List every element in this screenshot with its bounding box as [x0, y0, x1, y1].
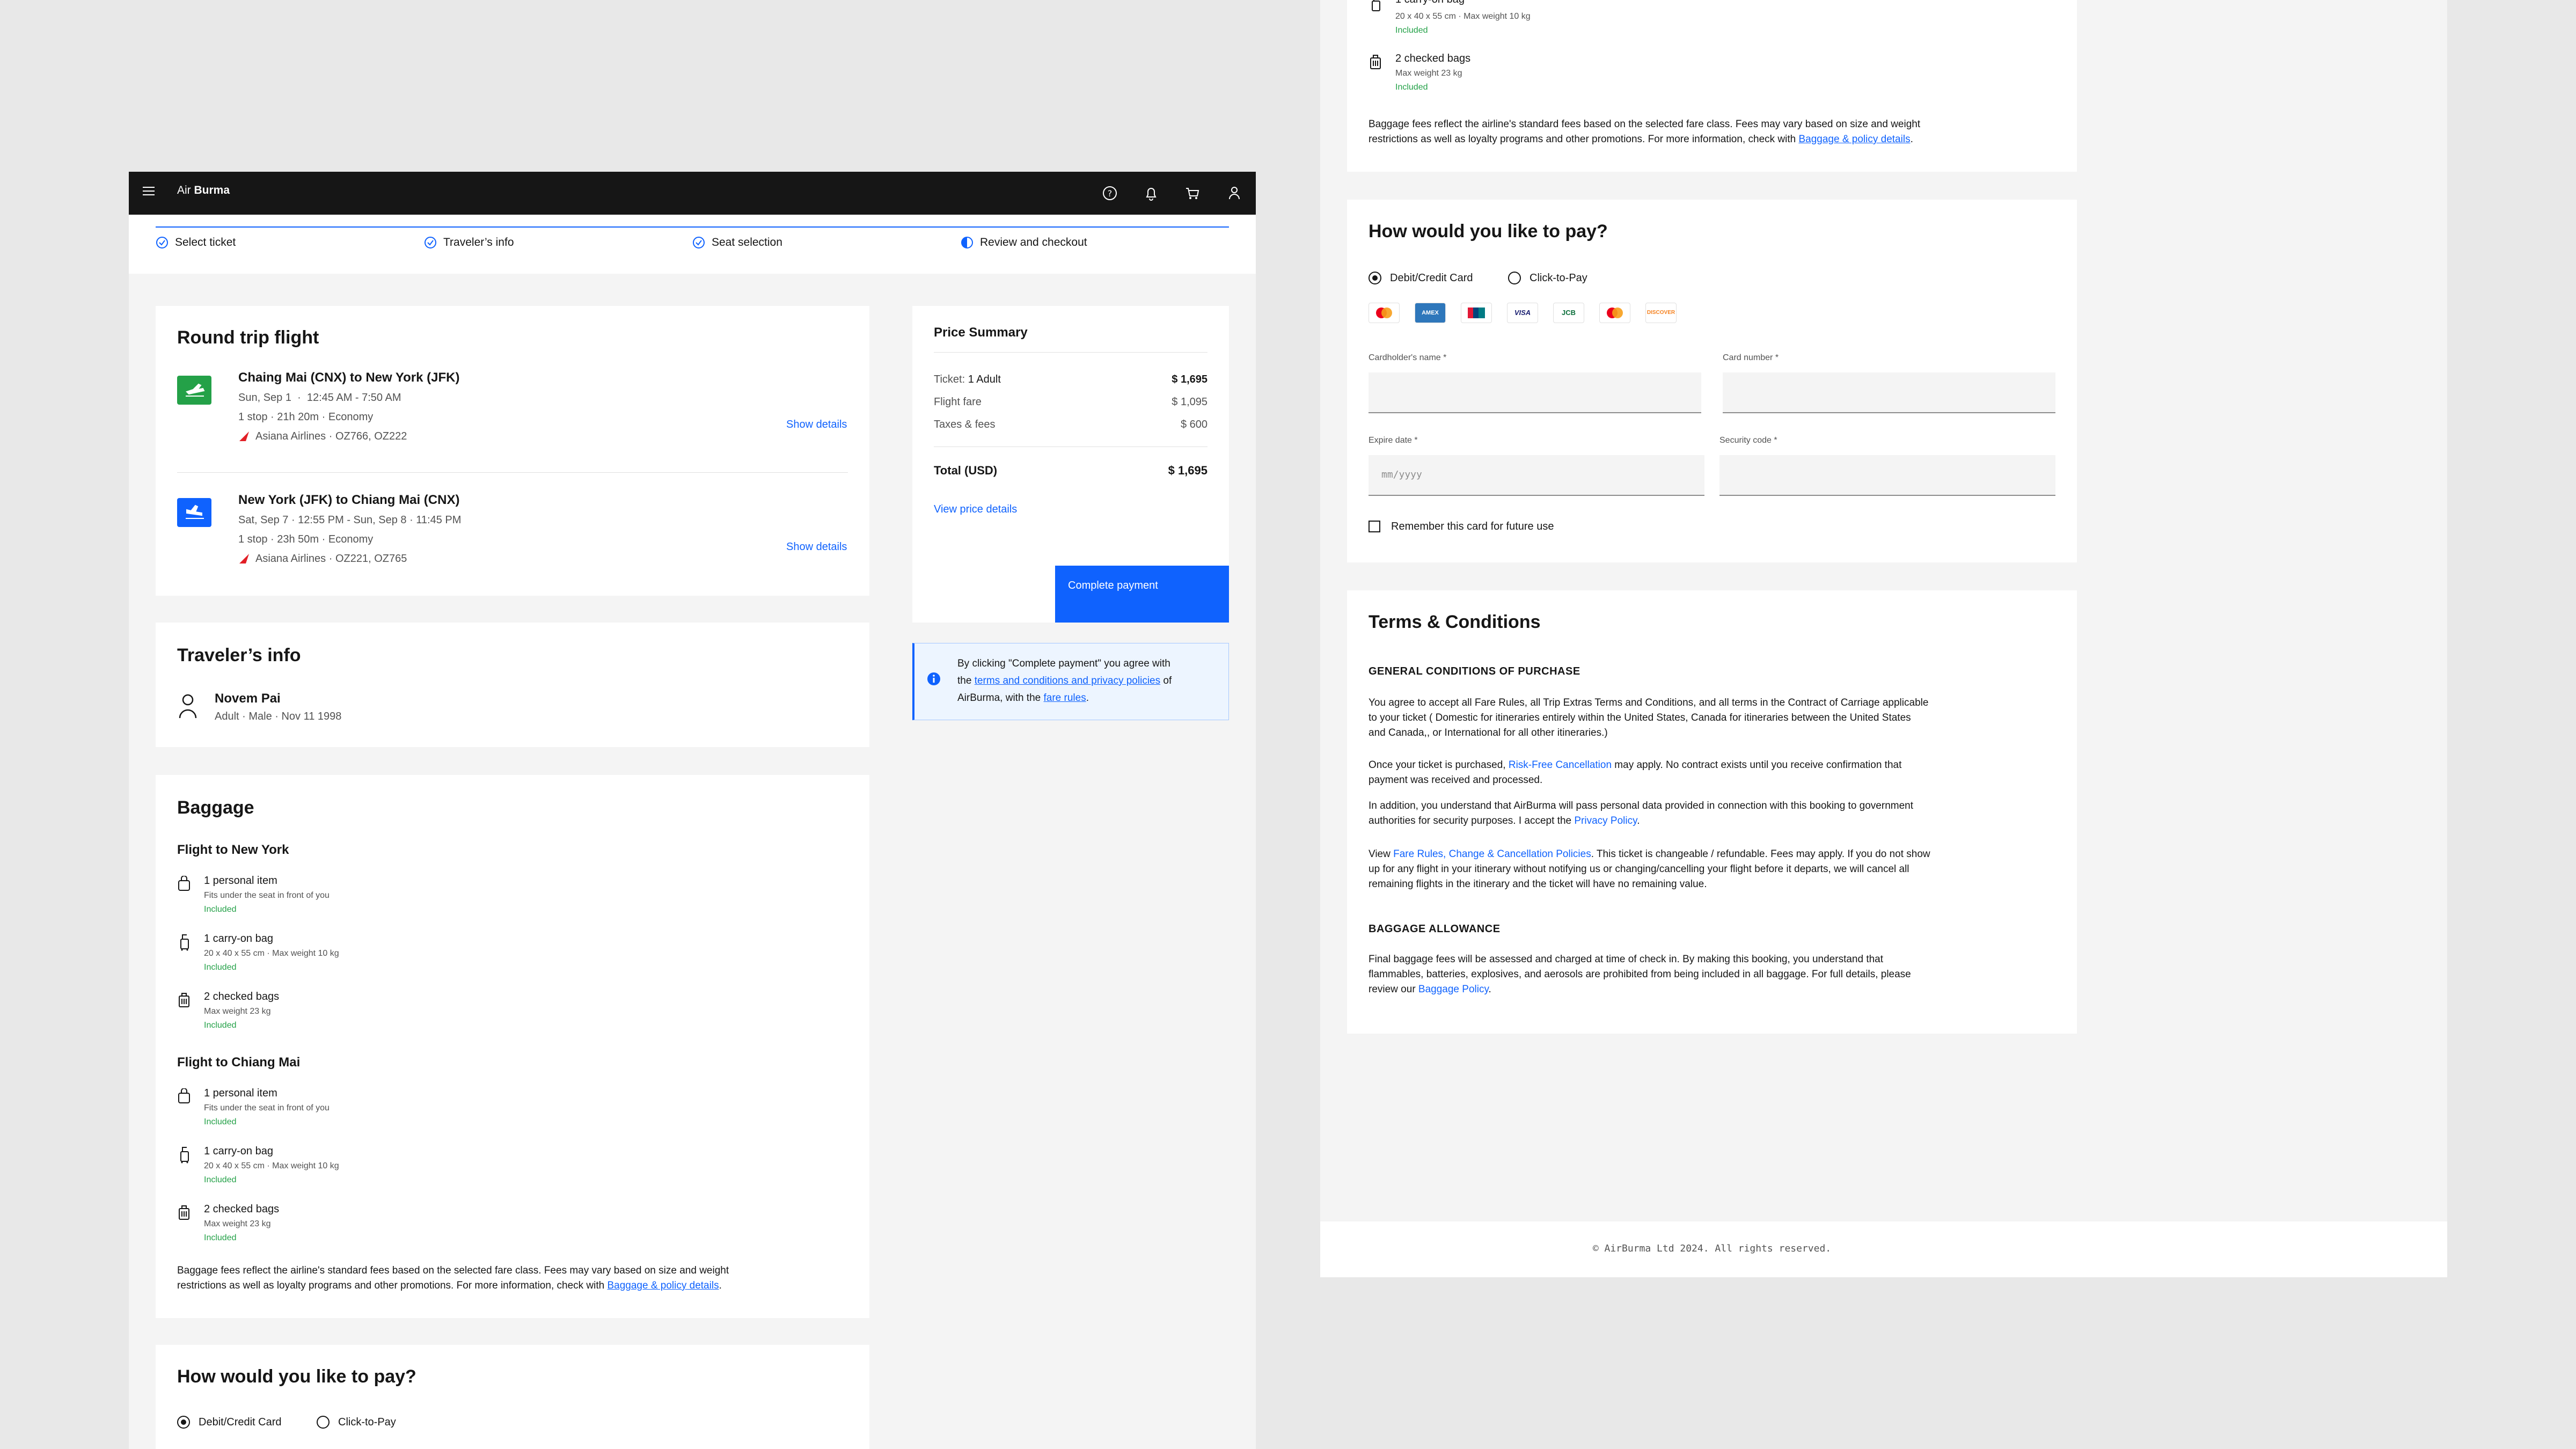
step-travelers-info[interactable]: Traveler’s info	[424, 226, 692, 254]
terms-card: Terms & Conditions GENERAL CONDITIONS OF…	[1347, 590, 2077, 1034]
flight-leg-outbound: Chaing Mai (CNX) to New York (JFK) Sun, …	[177, 370, 848, 467]
asiana-logo-icon	[239, 431, 249, 441]
price-title: Price Summary	[934, 325, 1028, 340]
remember-card-checkbox[interactable]	[1368, 521, 1380, 532]
price-summary-card: Price Summary Ticket: 1 Adult $ 1,695 Fl…	[912, 306, 1229, 623]
footer: © AirBurma Ltd 2024. All rights reserved…	[1320, 1221, 2447, 1277]
step-review-checkout[interactable]: Review and checkout	[961, 226, 1229, 254]
user-icon	[179, 694, 197, 719]
ticket-row: Ticket: 1 Adult	[934, 374, 1001, 385]
terms-link[interactable]: terms and conditions and privacy policie…	[975, 675, 1160, 686]
terms-notification: By clicking "Complete payment" you agree…	[912, 643, 1229, 720]
flight-divider	[177, 472, 848, 473]
carry-on-bag-icon	[1372, 0, 1380, 11]
info-icon	[927, 672, 940, 685]
brand-logo[interactable]: Air Burma	[177, 184, 230, 197]
checkout-page-left: Air Burma ? Select ticket Traveler’s inf…	[129, 172, 1256, 1449]
payment-title: How would you like to pay?	[1368, 221, 1608, 241]
radio-click-to-pay[interactable]	[317, 1416, 330, 1429]
personal-item-icon	[178, 876, 190, 891]
svg-text:?: ?	[1108, 188, 1113, 199]
baggage-card: Baggage Flight to New York 1 personal it…	[156, 775, 869, 1318]
fare-rules-policies-link[interactable]: Fare Rules, Change & Cancellation Polici…	[1393, 848, 1591, 860]
maestro-logo	[1599, 303, 1630, 323]
flight-title: Round trip flight	[177, 327, 319, 348]
flight-card: Round trip flight Chaing Mai (CNX) to Ne…	[156, 306, 869, 596]
asiana-logo-icon	[239, 554, 249, 564]
notification-icon[interactable]	[1140, 182, 1162, 204]
baggage-policy-link[interactable]: Baggage Policy	[1418, 984, 1489, 995]
radio-debit-credit[interactable]	[177, 1416, 190, 1429]
section-heading: BAGGAGE ALLOWANCE	[1368, 923, 1501, 935]
carry-on-bag-icon	[180, 1147, 189, 1163]
fare-rules-link[interactable]: fare rules	[1044, 692, 1086, 704]
view-price-details-link[interactable]: View price details	[934, 503, 1017, 516]
checked-bag-icon	[179, 993, 189, 1007]
payment-form-card: How would you like to pay? Debit/Credit …	[1347, 200, 2077, 562]
half-circle-icon	[961, 237, 973, 248]
terms-paragraph: You agree to accept all Fare Rules, all …	[1368, 697, 1929, 738]
user-icon[interactable]	[1224, 182, 1245, 204]
baggage-card-continued: 1 carry-on bag 20 x 40 x 55 cm · Max wei…	[1347, 0, 2077, 172]
radio-debit-credit[interactable]	[1368, 272, 1381, 284]
baggage-policy-link[interactable]: Baggage & policy details	[1798, 134, 1910, 145]
checked-bag-icon	[1370, 55, 1381, 69]
carry-on-bag-icon	[180, 934, 189, 951]
checkout-page-right: 1 carry-on bag 20 x 40 x 55 cm · Max wei…	[1320, 0, 2447, 1277]
baggage-title: Baggage	[177, 797, 254, 818]
terms-paragraph: Final baggage fees will be assessed and …	[1368, 954, 1911, 995]
terms-title: Terms & Conditions	[1368, 612, 1541, 632]
terms-paragraph: In addition, you understand that AirBurm…	[1368, 800, 1913, 826]
payment-title: How would you like to pay?	[177, 1366, 416, 1387]
plane-arrival-icon	[177, 498, 211, 527]
traveler-name: Novem Pai	[215, 691, 281, 706]
baggage-note: Baggage fees reflect the airline's stand…	[177, 1265, 729, 1291]
complete-payment-button[interactable]: Complete payment	[1055, 566, 1229, 623]
checkmark-circle-icon	[156, 237, 168, 248]
terms-paragraph: View Fare Rules, Change & Cancellation P…	[1368, 848, 1930, 890]
traveler-meta: Adult · Male · Nov 11 1998	[215, 711, 342, 722]
terms-paragraph: Once your ticket is purchased, Risk-Free…	[1368, 759, 1902, 786]
checkmark-circle-icon	[693, 237, 705, 248]
plane-departure-icon	[177, 376, 211, 405]
visa-logo: VISA	[1507, 303, 1538, 323]
amex-logo: AMEX	[1415, 303, 1446, 323]
radio-click-to-pay[interactable]	[1508, 272, 1521, 284]
show-details-link[interactable]: Show details	[786, 419, 847, 431]
cart-icon[interactable]	[1182, 182, 1203, 204]
progress-steps: Select ticket Traveler’s info Seat selec…	[156, 226, 1229, 253]
step-seat-selection[interactable]: Seat selection	[692, 226, 961, 254]
payment-card: How would you like to pay? Debit/Credit …	[156, 1345, 869, 1449]
traveler-title: Traveler’s info	[177, 645, 301, 665]
step-select-ticket[interactable]: Select ticket	[156, 226, 424, 254]
traveler-card: Traveler’s info Novem Pai Adult · Male ·…	[156, 623, 869, 747]
baggage-policy-link[interactable]: Baggage & policy details	[607, 1280, 719, 1291]
menu-icon[interactable]	[143, 187, 155, 199]
flight-leg-return: New York (JFK) to Chiang Mai (CNX) Sat, …	[177, 493, 848, 589]
discover-logo: DISCOVER	[1645, 303, 1677, 323]
card-number-input[interactable]	[1723, 372, 2055, 413]
baggage-group-title: Flight to Chiang Mai	[177, 1055, 301, 1070]
jcb-logo: JCB	[1553, 303, 1584, 323]
risk-free-cancellation-link[interactable]: Risk-Free Cancellation	[1509, 759, 1612, 771]
checked-bag-icon	[179, 1205, 189, 1220]
cardholder-name-input[interactable]	[1368, 372, 1701, 413]
help-icon[interactable]: ?	[1099, 182, 1121, 204]
section-heading: GENERAL CONDITIONS OF PURCHASE	[1368, 665, 1580, 677]
security-code-input[interactable]	[1719, 455, 2055, 496]
price-divider	[934, 352, 1208, 353]
privacy-policy-link[interactable]: Privacy Policy	[1574, 815, 1637, 826]
mastercard-logo	[1368, 303, 1400, 323]
baggage-note: Baggage fees reflect the airline's stand…	[1368, 119, 1921, 145]
baggage-group-title: Flight to New York	[177, 843, 289, 857]
unionpay-logo	[1461, 303, 1492, 323]
checkmark-circle-icon	[425, 237, 436, 248]
personal-item-icon	[178, 1088, 190, 1103]
expiry-date-input[interactable]: mm/yyyy	[1368, 455, 1704, 496]
top-navigation: Air Burma ?	[129, 172, 1256, 215]
show-details-link[interactable]: Show details	[786, 541, 847, 553]
